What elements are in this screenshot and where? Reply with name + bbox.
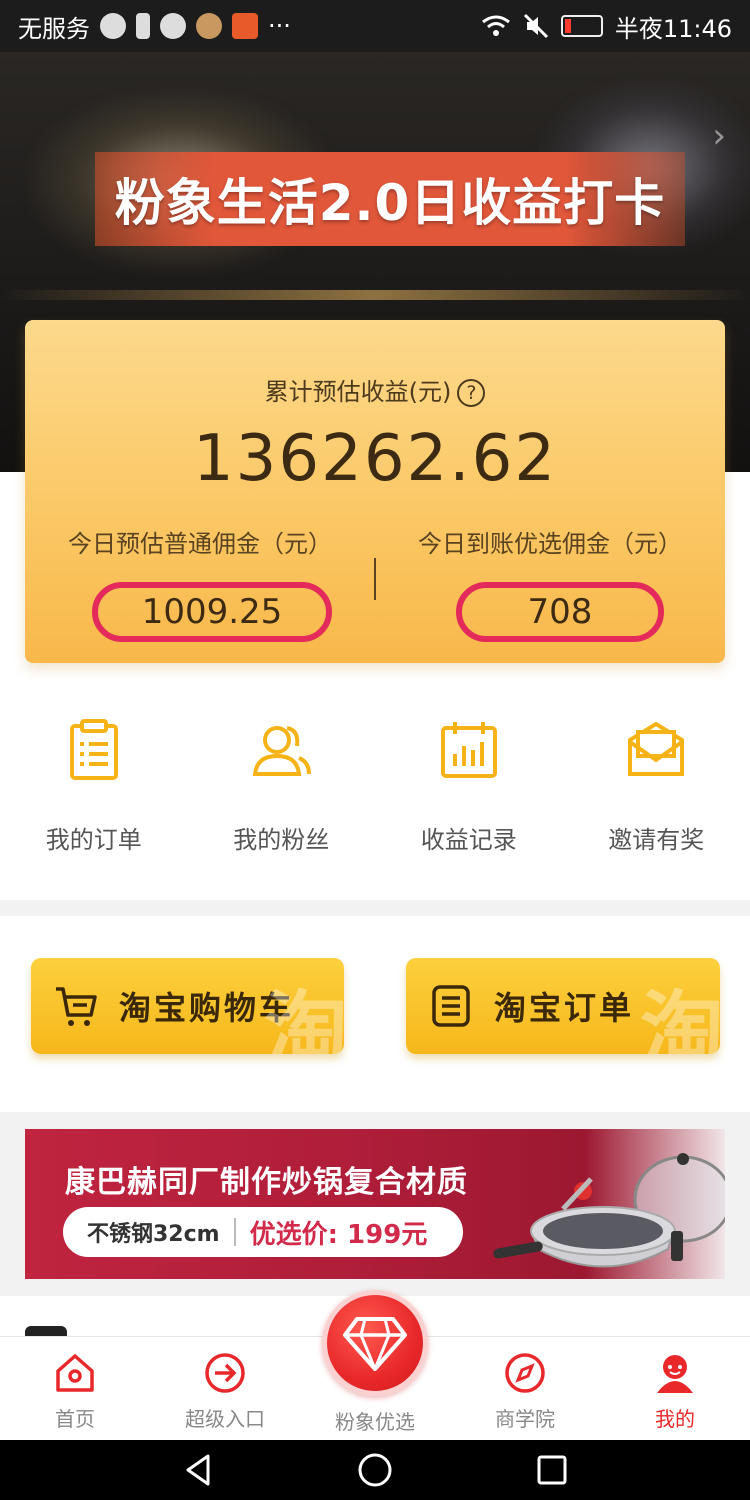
promo-title: 康巴赫同厂制作炒锅复合材质 [65,1165,468,1200]
nav-super-entry[interactable]: 超级入口 [150,1337,300,1440]
nav-label: 我的 [655,1407,695,1431]
promo-banner[interactable]: 康巴赫同厂制作炒锅复合材质 不锈钢32cm 优选价: 199元 [25,1129,725,1279]
diamond-icon [343,1317,407,1371]
wok-pan-image [493,1153,725,1268]
today-normal-commission-value: 1009.25 [92,582,332,642]
app-avatar-icon [196,13,222,39]
system-navigation-bar [0,1440,750,1500]
cumulative-earnings-label: 累计预估收益(元) [264,378,452,406]
today-normal-commission-label: 今日预估普通佣金（元） [68,530,332,558]
nav-profile[interactable]: 我的 [600,1337,750,1440]
nav-home[interactable]: 首页 [0,1337,150,1440]
quick-link-my-fans[interactable]: 我的粉丝 [188,712,376,862]
today-selected-commission-value: 708 [456,582,664,642]
nav-center-button[interactable] [322,1290,428,1396]
hero-decoration-line [0,290,750,300]
taobao-order-label: 淘宝订单 [494,989,635,1027]
clipboard-icon [69,719,118,780]
cumulative-earnings-header: 累计预估收益(元)? [25,372,725,407]
nav-business-school[interactable]: 商学院 [450,1337,600,1440]
more-notifications: ··· [268,12,291,40]
earnings-card: 累计预估收益(元)? 136262.62 今日预估普通佣金（元） 今日到账优选佣… [25,320,725,663]
chevron-right-icon[interactable]: › [712,116,726,156]
back-icon[interactable] [178,1450,218,1490]
recents-icon[interactable] [532,1450,572,1490]
carrier-text: 无服务 [18,14,90,43]
taobao-watermark: 淘 [263,982,344,1054]
status-bar: 无服务 ··· 半夜11:46 [0,0,750,52]
promo-spec: 不锈钢32cm [87,1222,220,1247]
help-icon[interactable]: ? [457,379,486,407]
promo-price-divider [233,1218,236,1246]
wechat-icon [100,13,126,39]
battery-icon [560,15,603,37]
taobao-cart-button[interactable]: 淘宝购物车 淘 [31,958,344,1054]
commission-divider [374,558,376,600]
quick-link-label: 邀请有奖 [608,826,705,854]
cart-icon [56,987,97,1026]
video-app-icon [232,13,258,39]
promo-price-bar: 不锈钢32cm 优选价: 199元 [63,1207,463,1257]
profile-icon [657,1355,693,1393]
wifi-icon [481,15,510,36]
enter-icon [205,1353,245,1393]
calendar-chart-icon [440,722,497,778]
taobao-order-button[interactable]: 淘宝订单 淘 [406,958,720,1054]
quick-link-invite-rewards[interactable]: 邀请有奖 [563,712,750,862]
fans-icon [253,726,312,776]
home-icon [56,1354,94,1392]
nav-label: 商学院 [495,1407,555,1431]
quick-link-label: 收益记录 [420,826,517,854]
quick-link-earnings-record[interactable]: 收益记录 [375,712,563,862]
quick-links: 我的订单 我的粉丝 收益记录 邀请有奖 [0,712,750,862]
quick-link-my-orders[interactable]: 我的订单 [0,712,188,862]
home-circle-icon[interactable] [355,1450,395,1490]
hero-title: 粉象生活2.0日收益打卡 [114,174,666,232]
nav-label: 粉象优选 [335,1410,415,1434]
section-divider [0,1112,750,1126]
nav-label: 超级入口 [185,1407,265,1431]
sim-icon [136,13,150,39]
cumulative-earnings-value: 136262.62 [192,422,558,496]
today-selected-commission-label: 今日到账优选佣金（元） [418,530,682,558]
compass-icon [505,1353,545,1393]
clock: 半夜11:46 [614,14,732,43]
globe-icon [160,13,186,39]
quick-link-label: 我的订单 [45,826,142,854]
nav-label: 首页 [55,1407,95,1431]
taobao-watermark: 淘 [639,982,720,1054]
envelope-icon [628,721,685,776]
order-list-icon [432,985,470,1027]
quick-link-label: 我的粉丝 [233,826,330,854]
mute-icon [523,13,548,39]
hero-title-banner: 粉象生活2.0日收益打卡 [95,152,685,246]
section-divider [0,900,750,916]
promo-price: 优选价: 199元 [249,1219,428,1250]
taobao-buttons: 淘宝购物车 淘 淘宝订单 淘 [0,916,750,1112]
